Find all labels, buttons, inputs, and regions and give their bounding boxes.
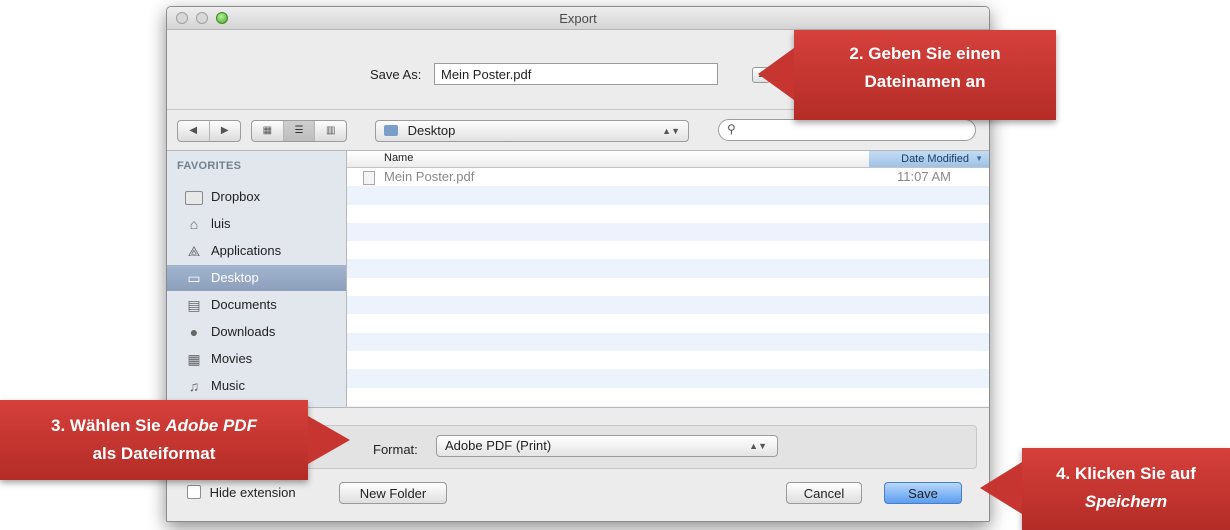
callout-step-2: 2. Geben Sie einen Dateinamen an	[758, 30, 1056, 120]
location-popup[interactable]: Desktop ▲▼	[375, 120, 689, 142]
sidebar-item-desktop[interactable]: ▭ Desktop	[167, 265, 346, 291]
list-view-icon[interactable]: ☰	[283, 121, 316, 141]
hide-extension-option[interactable]: Hide extension	[187, 485, 296, 500]
callout-step-3-line-2: als Dateiformat	[92, 444, 216, 463]
callout-step-3-text: 3. Wählen Sie	[51, 416, 166, 435]
empty-row	[347, 369, 989, 388]
sort-descending-icon: ▼	[975, 154, 983, 163]
file-list-header: Name Date Modified ▼	[347, 151, 989, 168]
column-header-name[interactable]: Name	[384, 152, 413, 164]
sidebar-item-documents[interactable]: ▤ Documents	[167, 292, 346, 318]
sidebar-item-music[interactable]: ♫ Music	[167, 373, 346, 399]
folder-icon	[384, 125, 398, 136]
empty-row	[347, 205, 989, 223]
forward-arrow-icon[interactable]: ▶	[210, 121, 241, 141]
file-date-modified: 11:07 AM	[897, 169, 951, 184]
sidebar-item-label: Documents	[211, 297, 277, 312]
location-label: Desktop	[407, 123, 456, 138]
new-folder-button[interactable]: New Folder	[339, 482, 447, 504]
icon-view-icon[interactable]: ▦	[252, 121, 284, 141]
empty-row	[347, 278, 989, 296]
sidebar-item-label: Dropbox	[211, 189, 261, 204]
callout-step-4-emphasis: Speichern	[1084, 492, 1168, 511]
callout-step-4-line-1: 4. Klicken Sie auf	[1056, 464, 1196, 483]
sidebar-item-label: Music	[211, 378, 245, 393]
file-row[interactable]: Mein Poster.pdf 11:07 AM	[347, 168, 989, 186]
empty-row	[347, 186, 989, 205]
callout-step-4-line-2: Speichern	[1022, 488, 1230, 516]
format-select[interactable]: Adobe PDF (Print) ▲▼	[436, 435, 778, 457]
cancel-button[interactable]: Cancel	[786, 482, 862, 504]
folder-icon	[185, 189, 203, 205]
sidebar-item-label: Applications	[211, 243, 282, 258]
empty-row	[347, 296, 989, 315]
sidebar-item-label: luis	[211, 216, 231, 231]
empty-row	[347, 222, 989, 242]
sidebar-item-label: Desktop	[211, 270, 259, 285]
back-arrow-icon[interactable]: ◀	[178, 121, 210, 141]
empty-row	[347, 351, 989, 369]
window-title: Export	[559, 11, 597, 26]
sidebar-item-applications[interactable]: ⟁ Applications	[167, 238, 346, 264]
sidebar: FAVORITES Dropbox ⌂ luis ⟁ Applications …	[167, 151, 347, 407]
empty-row	[347, 332, 989, 351]
search-icon: ⚲	[727, 122, 736, 136]
back-forward-control: ◀ ▶	[177, 120, 241, 142]
empty-row	[347, 388, 989, 406]
title-bar: Export	[167, 7, 989, 30]
sidebar-item-label: Downloads	[211, 324, 276, 339]
movies-icon: ▦	[187, 351, 201, 367]
column-header-date-modified[interactable]: Date Modified ▼	[869, 151, 989, 167]
sidebar-item-label: Movies	[211, 351, 253, 366]
hide-extension-label: Hide extension	[209, 485, 296, 500]
callout-step-3: 3. Wählen Sie Adobe PDF als Dateiformat	[0, 400, 350, 480]
callout-step-2-line-2: Dateinamen an	[864, 72, 986, 91]
sidebar-item-downloads[interactable]: ● Downloads	[167, 319, 346, 345]
applications-icon: ⟁	[187, 243, 201, 259]
view-mode-control: ▦ ☰ ▥	[251, 120, 347, 142]
sidebar-item-movies[interactable]: ▦ Movies	[167, 346, 346, 372]
callout-arrow	[980, 462, 1022, 514]
column-view-icon[interactable]: ▥	[315, 121, 346, 141]
hide-extension-checkbox[interactable]	[187, 485, 201, 499]
sidebar-item-dropbox[interactable]: Dropbox	[167, 184, 346, 210]
format-value: Adobe PDF (Print)	[445, 438, 552, 453]
callout-arrow	[758, 48, 794, 100]
search-field[interactable]: ⚲	[718, 119, 976, 141]
sidebar-header-favorites: FAVORITES	[177, 160, 242, 172]
documents-icon: ▤	[187, 297, 201, 313]
format-label: Format:	[373, 442, 418, 457]
downloads-icon: ●	[189, 324, 199, 340]
sidebar-item-luis[interactable]: ⌂ luis	[167, 211, 346, 237]
file-list-rows	[347, 168, 989, 407]
file-name: Mein Poster.pdf	[384, 169, 475, 184]
pdf-document-icon	[363, 171, 375, 185]
save-as-input[interactable]	[434, 63, 718, 85]
empty-row	[347, 314, 989, 332]
empty-row	[347, 241, 989, 259]
callout-step-2-line-1: 2. Geben Sie einen	[849, 44, 1001, 63]
column-header-date-label: Date Modified	[901, 153, 969, 165]
desktop-icon: ▭	[187, 270, 201, 286]
music-icon: ♫	[188, 378, 200, 394]
callout-step-3-line-1: 3. Wählen Sie Adobe PDF	[0, 412, 308, 440]
file-list: Name Date Modified ▼ Mein Poster.pdf 11:…	[347, 151, 989, 407]
updown-arrows-icon: ▲▼	[749, 441, 767, 451]
home-icon: ⌂	[189, 216, 199, 232]
empty-row	[347, 259, 989, 278]
callout-arrow	[308, 416, 350, 464]
callout-step-3-emphasis: Adobe PDF	[165, 416, 257, 435]
updown-arrows-icon: ▲▼	[662, 126, 680, 136]
save-button[interactable]: Save	[884, 482, 962, 504]
save-as-label: Save As:	[370, 67, 422, 82]
callout-step-4: 4. Klicken Sie auf Speichern	[980, 448, 1230, 530]
